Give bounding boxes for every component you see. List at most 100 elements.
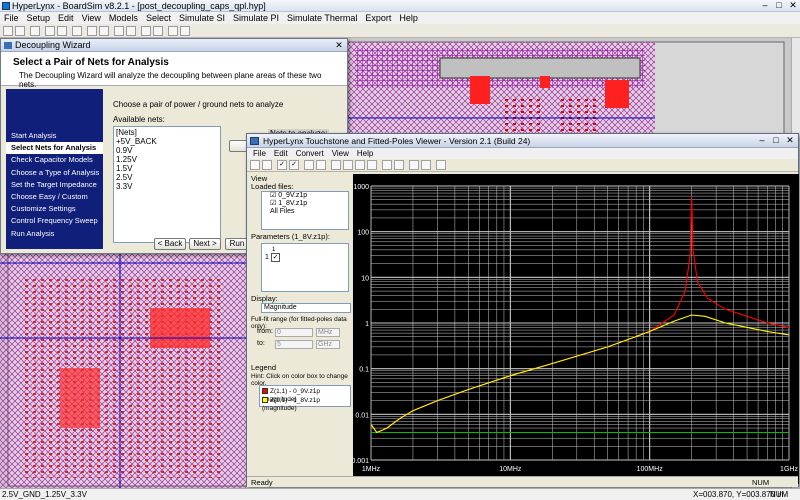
markers-icon[interactable] [409,160,419,170]
ic-model-icon[interactable] [99,26,109,36]
minimize-icon[interactable]: – [758,1,772,11]
viewer-maximize-icon[interactable]: □ [769,135,783,146]
file-item[interactable]: All Files [270,208,348,216]
net-item[interactable]: 1.5V [116,164,218,173]
menu-file[interactable]: File [0,12,23,24]
y-tick-label: 1 [365,321,369,328]
report-icon[interactable] [180,26,190,36]
menu-setup[interactable]: Setup [23,12,55,24]
menu-simulate-si[interactable]: Simulate SI [175,12,229,24]
menu-simulate-pi[interactable]: Simulate PI [229,12,283,24]
viewer-menu-convert[interactable]: Convert [292,148,328,159]
viewer-menu-file[interactable]: File [249,148,270,159]
menu-select[interactable]: Select [142,12,175,24]
status-num: NUM [770,490,789,499]
to-unit-select[interactable]: GHz [316,340,340,349]
oscilloscope-icon[interactable] [114,26,124,36]
viewer-menu-help[interactable]: Help [353,148,377,159]
legend-color-box[interactable] [262,388,268,395]
viewer-menu-edit[interactable]: Edit [270,148,292,159]
wizard-step[interactable]: Control Frequency Sweep [6,215,103,227]
from-input[interactable]: 0 [275,328,313,337]
wizard-title-bar: Decoupling Wizard ✕ [1,39,347,52]
fit-icon[interactable] [72,26,82,36]
wizard-icon [4,42,12,49]
maximize-icon[interactable]: □ [772,1,786,11]
legend-item[interactable]: Z(1,1) - 0_9V.z1p (magnitude) [262,388,350,403]
net-item[interactable]: 2.5V [116,173,218,182]
pointer-icon[interactable] [331,160,341,170]
wizard-step[interactable]: Set the Target Impedance [6,179,103,191]
app-icon [2,2,10,10]
zoom-out-icon[interactable] [57,26,67,36]
legend-item[interactable]: Z(1,1) - 1_8V.z1p (magnitude) [262,397,350,412]
from-unit-select[interactable]: MHz [316,328,340,337]
viewer-close-icon[interactable]: ✕ [783,135,797,146]
fit-icon[interactable] [367,160,377,170]
check-red-icon[interactable]: ✓ [289,160,299,170]
viewer-minimize-icon[interactable]: – [755,135,769,146]
parameters-grid: 1 1 ✓ [261,243,349,292]
zoom-icon[interactable] [355,160,365,170]
wizard-header: Select a Pair of Nets for Analysis The D… [1,52,347,89]
zoom-box-icon[interactable] [316,160,326,170]
loaded-files-tree[interactable]: ☑ 0_9V.z1p ☑ 1_8V.z1p All Files [261,191,349,230]
save-icon[interactable] [15,26,25,36]
crosstalk-icon[interactable] [126,26,136,36]
export-icon[interactable] [421,160,431,170]
config-icon[interactable] [304,160,314,170]
layer-icon[interactable] [168,26,178,36]
open-file-icon[interactable] [3,26,13,36]
wizard-step[interactable]: Choose Easy / Custom [6,191,103,203]
to-label: to: [257,340,265,347]
viewer-status-num: NUM [752,478,770,487]
menu-models[interactable]: Models [105,12,142,24]
wizard-close-icon[interactable]: ✕ [333,40,345,50]
check-icon[interactable]: ✓ [277,160,287,170]
viewer-title-bar: HyperLynx Touchstone and Fitted-Poles Vi… [247,134,798,148]
wizard-step[interactable]: Check Capacitor Models [6,154,103,166]
display-select[interactable]: Magnitude [261,303,351,313]
menu-export[interactable]: Export [361,12,395,24]
legend-color-box[interactable] [262,397,268,404]
file-item[interactable]: ☑ 1_8V.z1p [270,200,348,208]
y-tick-label: 0.01 [355,412,369,419]
net-item[interactable]: 3.3V [116,182,218,191]
to-input[interactable]: 5 [275,340,313,349]
impedance-plot[interactable]: 1000 100 10 1 0.1 0.01 0.0011MHz 10MHz 100MHz 1GH… [353,174,799,484]
pi-icon[interactable] [153,26,163,36]
wizard-header-description: The Decoupling Wizard will analyze the d… [19,71,322,89]
select-net-icon[interactable] [87,26,97,36]
decoupling-icon[interactable] [141,26,151,36]
file-item[interactable]: ☑ 0_9V.z1p [270,192,348,200]
net-item[interactable]: +5V_BACK [116,137,218,146]
pan-icon[interactable] [343,160,353,170]
available-nets-list[interactable]: [Nets] +5V_BACK 0.9V 1.25V 1.5V 2.5V 3.3… [113,126,221,243]
viewer-menu-view[interactable]: View [328,148,353,159]
zoom-in-icon[interactable] [45,26,55,36]
menu-edit[interactable]: Edit [54,12,78,24]
param-checkbox[interactable]: ✓ [271,253,280,262]
y-tick-label: 0.001 [353,458,369,465]
open-icon[interactable] [250,160,260,170]
wizard-step-active[interactable]: Select Nets for Analysis [6,142,103,155]
grid-icon[interactable] [394,160,404,170]
net-item[interactable]: [Nets] [116,128,218,137]
wizard-step[interactable]: Customize Settings [6,203,103,215]
copy-icon[interactable] [382,160,392,170]
save-icon[interactable] [262,160,272,170]
net-item[interactable]: 1.25V [116,155,218,164]
wizard-step[interactable]: Choose a Type of Analysis [6,167,103,179]
print-icon[interactable] [30,26,40,36]
menu-help[interactable]: Help [395,12,422,24]
app-title-bar: HyperLynx - BoardSim v8.2.1 - [post_deco… [0,0,800,12]
net-item[interactable]: 0.9V [116,146,218,155]
menu-view[interactable]: View [78,12,105,24]
menu-simulate-thermal[interactable]: Simulate Thermal [283,12,361,24]
wizard-step[interactable]: Run Analysis [6,228,103,240]
back-button[interactable]: < Back [154,238,186,250]
next-button[interactable]: Next > [189,238,221,250]
print-icon[interactable] [436,160,446,170]
close-icon[interactable]: ✕ [786,1,800,11]
wizard-step[interactable]: Start Analysis [6,130,103,142]
